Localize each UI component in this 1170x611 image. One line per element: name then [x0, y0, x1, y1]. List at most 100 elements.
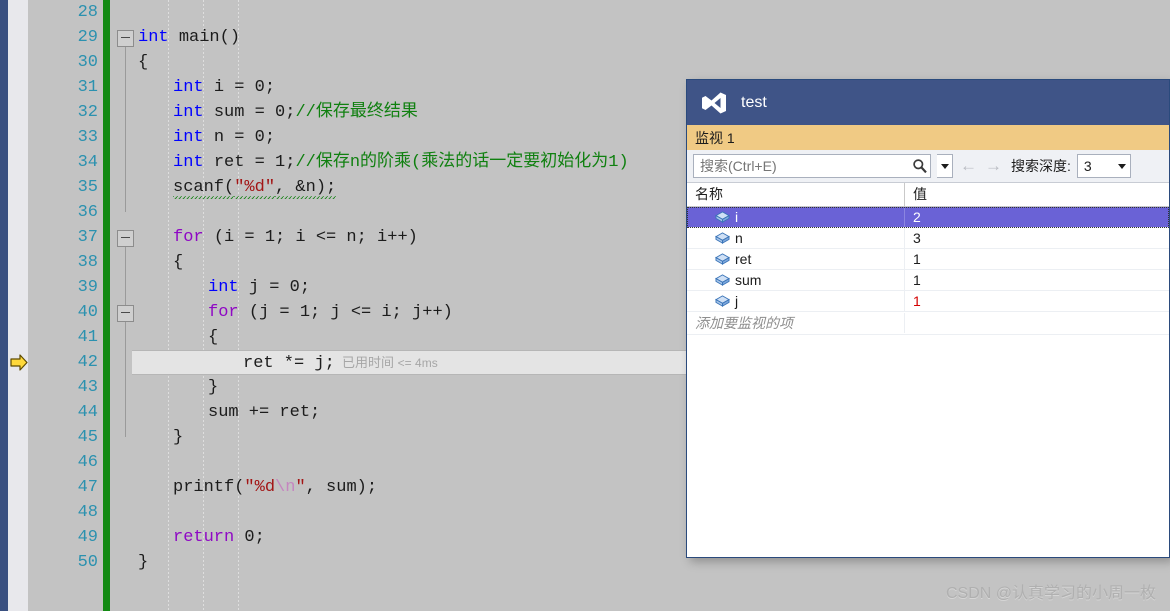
watermark: CSDN @认真学习的小周一枚: [946, 579, 1156, 603]
variable-icon: [715, 231, 730, 245]
code-text: scanf("%d", &n);: [173, 175, 336, 200]
search-options-dropdown-icon[interactable]: [937, 154, 953, 178]
code-text: int main(): [138, 25, 240, 50]
code-text: }: [173, 425, 183, 450]
code-text: return 0;: [173, 525, 265, 550]
watch-value-cell[interactable]: 3: [905, 230, 1169, 246]
column-header-value[interactable]: 值: [905, 183, 1169, 206]
line-number: 38: [46, 250, 98, 275]
watch-row[interactable]: sum1: [687, 270, 1169, 291]
line-number: 40: [46, 300, 98, 325]
collapse-region-icon[interactable]: [117, 230, 134, 247]
watch-variable-name: n: [735, 230, 743, 246]
elapsed-time-annotation: 已用时间 <= 4ms: [335, 355, 438, 370]
watch-variable-name: j: [735, 293, 738, 309]
code-text: }: [138, 550, 148, 575]
watch-row[interactable]: n3: [687, 228, 1169, 249]
watch-value-cell[interactable]: 1: [905, 272, 1169, 288]
watch-name-cell[interactable]: j: [687, 291, 905, 311]
watch-variable-name: i: [735, 209, 738, 225]
search-depth-combobox[interactable]: 3: [1077, 154, 1131, 178]
line-number: 46: [46, 450, 98, 475]
watch-value-cell[interactable]: 2: [905, 209, 1169, 225]
code-text: sum += ret;: [208, 400, 320, 425]
code-text: int ret = 1;//保存n的阶乘(乘法的话一定要初始化为1): [173, 150, 629, 175]
collapse-region-icon[interactable]: [117, 305, 134, 322]
watch-row[interactable]: i2: [687, 207, 1169, 228]
watch-variable-name: ret: [735, 251, 751, 267]
current-execution-arrow-icon: [9, 350, 29, 375]
watch-tab-bar[interactable]: 监视 1: [687, 125, 1169, 150]
line-number: 36: [46, 200, 98, 225]
search-depth-label: 搜索深度:: [1011, 156, 1071, 176]
variable-icon: [715, 210, 730, 224]
code-text: {: [208, 325, 218, 350]
search-forward-arrow-icon[interactable]: →: [984, 156, 1003, 176]
chevron-down-icon: [1118, 164, 1126, 169]
code-text: ret *= j; 已用时间 <= 4ms: [243, 350, 438, 376]
watch-window[interactable]: test 监视 1 ← → 搜索深度: 3: [686, 79, 1170, 558]
line-number: 32: [46, 100, 98, 125]
line-number: 29: [46, 25, 98, 50]
variable-icon: [715, 273, 730, 287]
line-number: 37: [46, 225, 98, 250]
collapse-region-icon[interactable]: [117, 30, 134, 47]
code-line[interactable]: 29 int main(): [28, 25, 1170, 50]
line-number: 45: [46, 425, 98, 450]
watch-name-cell[interactable]: sum: [687, 270, 905, 290]
variable-icon: [715, 294, 730, 308]
line-number: 30: [46, 50, 98, 75]
code-text: for (j = 1; j <= i; j++): [208, 300, 453, 325]
search-input[interactable]: [694, 157, 910, 175]
code-text: {: [173, 250, 183, 275]
watch-toolbar[interactable]: ← → 搜索深度: 3: [687, 150, 1169, 183]
search-icon[interactable]: [910, 158, 930, 174]
watch-row[interactable]: ret 1: [687, 249, 1169, 270]
watch-name-cell[interactable]: n: [687, 228, 905, 248]
code-text: {: [138, 50, 148, 75]
code-text: int sum = 0;//保存最终结果: [173, 100, 418, 125]
line-number: 28: [46, 0, 98, 25]
add-watch-item-row[interactable]: 添加要监视的项: [687, 312, 1169, 335]
vs-left-strip: [0, 0, 8, 611]
watch-grid-header: 名称 值: [687, 183, 1169, 207]
watch-title-bar[interactable]: test: [687, 80, 1169, 125]
watch-value-cell[interactable]: 1: [905, 251, 1169, 267]
screen: 2829int main()30{31int i = 0;32int sum =…: [0, 0, 1170, 611]
column-header-name[interactable]: 名称: [687, 183, 905, 206]
search-depth-value: 3: [1084, 158, 1092, 174]
breakpoint-margin[interactable]: [8, 0, 28, 611]
watch-title-text: test: [741, 94, 767, 112]
code-line[interactable]: 30 {: [28, 50, 1170, 75]
code-text: int i = 0;: [173, 75, 275, 100]
line-number: 35: [46, 175, 98, 200]
code-text: int j = 0;: [208, 275, 310, 300]
watch-rows: i2n3ret1sum1j1: [687, 207, 1169, 312]
code-text: for (i = 1; i <= n; i++): [173, 225, 418, 250]
line-number: 31: [46, 75, 98, 100]
line-number: 41: [46, 325, 98, 350]
line-number: 33: [46, 125, 98, 150]
variable-icon: [715, 252, 730, 266]
line-number: 44: [46, 400, 98, 425]
line-number: 43: [46, 375, 98, 400]
watch-value-cell[interactable]: 1: [905, 293, 1169, 309]
search-back-arrow-icon[interactable]: ←: [959, 156, 978, 176]
line-number: 39: [46, 275, 98, 300]
tab-watch-1[interactable]: 监视 1: [695, 128, 735, 148]
line-number: 47: [46, 475, 98, 500]
code-text: int n = 0;: [173, 125, 275, 150]
line-number: 49: [46, 525, 98, 550]
watch-row[interactable]: j1: [687, 291, 1169, 312]
watch-name-cell[interactable]: i: [687, 207, 905, 227]
code-line[interactable]: 28: [28, 0, 1170, 25]
watch-name-cell[interactable]: ret: [687, 249, 905, 269]
code-text: printf("%d\n", sum);: [173, 475, 377, 500]
add-watch-name-cell[interactable]: 添加要监视的项: [687, 313, 905, 333]
line-number: 34: [46, 150, 98, 175]
add-watch-placeholder: 添加要监视的项: [695, 315, 793, 331]
search-box[interactable]: [693, 154, 931, 178]
line-number: 42: [46, 350, 98, 375]
line-number: 48: [46, 500, 98, 525]
visual-studio-logo-icon: [701, 91, 727, 115]
